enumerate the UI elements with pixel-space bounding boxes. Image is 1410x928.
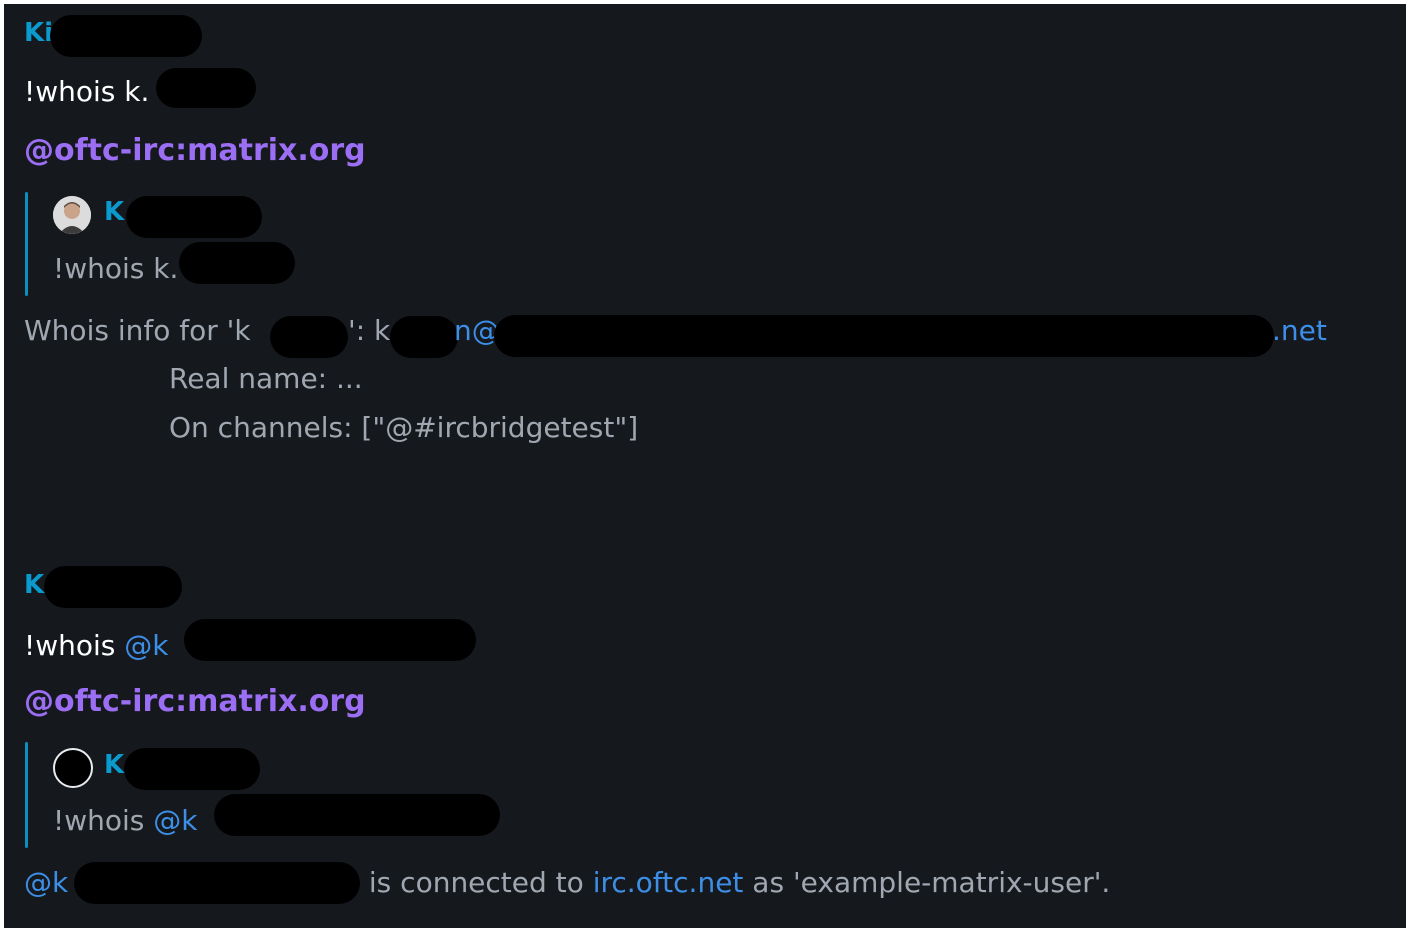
message-body: !whois @k <box>24 629 169 662</box>
user-mention[interactable]: @k <box>24 866 68 900</box>
chat-timeline: Ki !whois k. @oftc-irc:matrix.org K !who… <box>4 4 1406 928</box>
user-avatar-icon <box>53 196 91 234</box>
message-sender[interactable]: Ki <box>24 18 53 49</box>
reply-quote-bar <box>25 742 28 848</box>
user-mention[interactable]: @k <box>153 804 197 837</box>
bot-sender[interactable]: @oftc-irc:matrix.org <box>24 684 366 720</box>
redaction-mark <box>494 315 1274 357</box>
reply-sender[interactable]: K <box>104 197 124 228</box>
bot-sender[interactable]: @oftc-irc:matrix.org <box>24 133 366 169</box>
user-mention[interactable]: @k <box>124 629 168 662</box>
redaction-mark <box>50 15 202 57</box>
redaction-mark <box>390 316 458 358</box>
reply-quote-bar <box>25 192 28 296</box>
message-body: !whois k. <box>24 75 150 108</box>
whois-channels: On channels: ["@#ircbridgetest"] <box>169 411 639 444</box>
message-sender[interactable]: K <box>24 570 44 601</box>
avatar[interactable] <box>53 748 93 788</box>
reply-body: !whois k. <box>53 252 179 285</box>
redaction-mark <box>74 862 360 904</box>
whois-host-domain-link[interactable]: .net <box>1272 314 1327 348</box>
whois-response-line: Whois info for 'k <box>24 314 251 348</box>
redaction-mark <box>214 794 500 836</box>
redaction-mark <box>184 619 476 661</box>
redaction-mark <box>124 748 260 790</box>
avatar[interactable] <box>53 196 91 234</box>
redaction-mark <box>179 242 295 284</box>
redaction-mark <box>156 68 256 108</box>
redaction-mark <box>270 316 348 358</box>
connection-info: is connected to irc.oftc.net as 'example… <box>360 866 1111 899</box>
reply-body: !whois @k <box>53 804 198 837</box>
whois-prefix: Whois info for 'k <box>24 314 251 347</box>
whois-real-name: Real name: ... <box>169 362 363 395</box>
server-link[interactable]: irc.oftc.net <box>593 866 744 899</box>
redaction-mark <box>126 196 262 238</box>
whois-host-line: ': k <box>348 314 391 347</box>
redaction-mark <box>44 566 182 608</box>
whois-host-link[interactable]: n@ <box>454 314 500 348</box>
reply-sender[interactable]: K <box>104 750 124 781</box>
